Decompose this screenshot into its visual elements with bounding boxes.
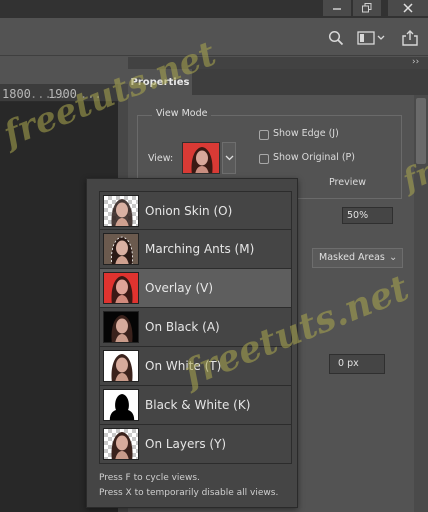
- view-option-label: Onion Skin (O): [145, 203, 233, 218]
- chevron-down-icon: [225, 155, 233, 161]
- restore-button[interactable]: [353, 0, 381, 16]
- portrait-overlay-icon: [104, 273, 138, 303]
- mask-silhouette-icon: [104, 390, 138, 420]
- on-black-thumbnail: [103, 311, 139, 343]
- view-mode-title: View Mode: [152, 108, 212, 119]
- view-option-marching-ants[interactable]: Marching Ants (M): [99, 230, 292, 269]
- view-label: View:: [148, 153, 174, 164]
- view-dropdown-button[interactable]: [222, 142, 236, 174]
- view-option-label: On Black (A): [145, 320, 220, 334]
- minimize-button[interactable]: [323, 0, 351, 16]
- hint-cycle-views: Press F to cycle views.: [99, 473, 200, 483]
- on-layers-thumbnail: [103, 428, 139, 460]
- show-edge-label: Show Edge (J): [273, 128, 339, 139]
- view-option-on-layers[interactable]: On Layers (Y): [99, 425, 292, 464]
- workspace-button[interactable]: [356, 28, 386, 48]
- onion-skin-thumbnail: [103, 194, 139, 227]
- overlay-thumbnail: [103, 272, 139, 304]
- on-white-thumbnail: [103, 350, 139, 382]
- view-option-label: Marching Ants (M): [145, 242, 255, 256]
- portrait-layers-icon: [111, 432, 133, 459]
- show-original-label: Show Original (P): [273, 152, 355, 163]
- portrait-black-icon: [104, 312, 138, 342]
- share-button[interactable]: [400, 28, 420, 48]
- show-edge-checkbox[interactable]: [259, 130, 269, 140]
- view-thumbnail[interactable]: [182, 142, 220, 174]
- collapse-panels-button[interactable]: ››: [412, 57, 419, 67]
- view-option-label: On Layers (Y): [145, 437, 227, 451]
- black-white-thumbnail: [103, 389, 139, 421]
- marching-ants-thumbnail: [103, 233, 139, 265]
- view-option-label: Overlay (V): [145, 281, 214, 295]
- portrait-ants-icon: [104, 234, 138, 264]
- minimize-icon: [333, 8, 341, 10]
- ruler-mark: 1800: [2, 87, 31, 101]
- hint-disable-views: Press X to temporarily disable all views…: [99, 488, 279, 498]
- view-option-label: Black & White (K): [145, 398, 251, 412]
- search-icon: [328, 30, 344, 46]
- share-icon: [402, 30, 418, 46]
- portrait-onion-icon: [111, 198, 133, 226]
- view-option-onion-skin[interactable]: Onion Skin (O): [99, 191, 292, 230]
- search-button[interactable]: [326, 28, 346, 48]
- close-button[interactable]: [388, 0, 428, 16]
- workspace-icon: [357, 31, 385, 45]
- show-original-checkbox[interactable]: [259, 154, 269, 164]
- view-option-overlay[interactable]: Overlay (V): [99, 269, 292, 308]
- restore-icon: [362, 3, 372, 13]
- radius-input[interactable]: 0 px: [329, 354, 385, 374]
- opacity-input[interactable]: 50%: [342, 207, 393, 224]
- portrait-white-icon: [104, 351, 138, 381]
- chevron-down-icon: ⌄: [389, 252, 398, 263]
- close-icon: [403, 3, 413, 13]
- portrait-overlay-icon: [183, 143, 219, 173]
- preview-label: Preview: [329, 177, 366, 188]
